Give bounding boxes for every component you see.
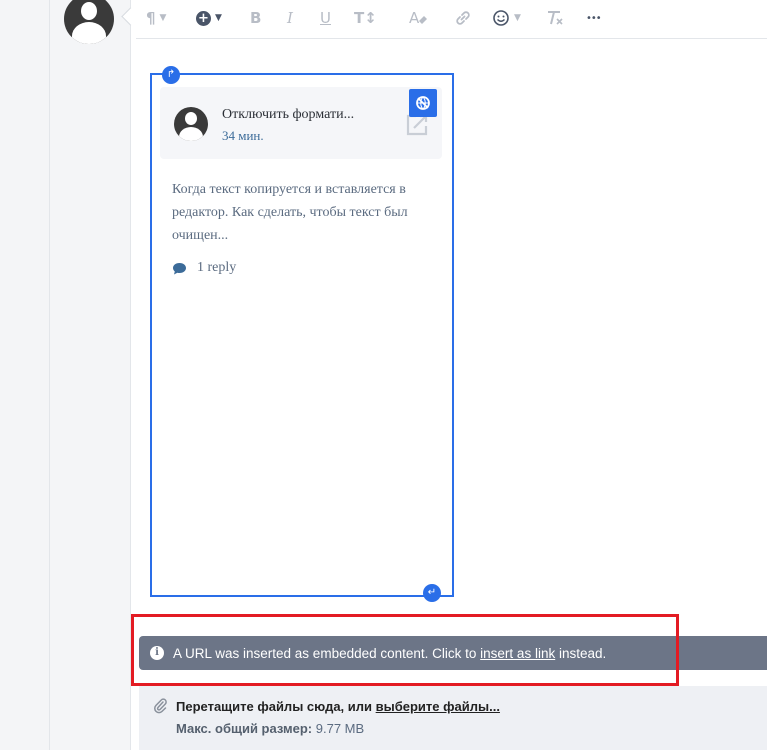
comment-icon [173, 262, 186, 274]
underline-button[interactable]: U [320, 7, 331, 29]
italic-button[interactable]: I [287, 7, 293, 29]
font-size-button[interactable]: T↕ [354, 7, 377, 29]
user-avatar[interactable] [64, 0, 114, 44]
embed-time[interactable]: 34 мин. [222, 128, 264, 144]
embed-excerpt: Когда текст копируется и вставляется в р… [172, 182, 408, 243]
editor-toolbar: ¶ ▼ + ▼ B I U T↕ A ▼ ••• [136, 0, 767, 39]
unembed-icon [416, 96, 430, 110]
remove-format-icon [548, 11, 563, 25]
upload-instructions: Перетащите файлы сюда, или выберите файл… [176, 699, 500, 714]
underline-icon: U [320, 9, 331, 27]
highlight-frame [131, 614, 679, 686]
embed-reply-count[interactable]: 1 reply [172, 260, 236, 276]
max-size-label: Макс. общий размер: [176, 721, 313, 736]
font-size-icon: T↕ [354, 9, 377, 27]
upload-limit: Макс. общий размер: 9.77 MB [176, 721, 364, 736]
remove-format-button[interactable] [546, 7, 564, 29]
left-gutter [0, 0, 50, 750]
more-button[interactable]: ••• [586, 7, 602, 29]
resize-handle-icon[interactable]: ↵ [423, 584, 441, 602]
more-icon: ••• [586, 12, 602, 24]
file-upload-area[interactable]: Перетащите файлы сюда, или выберите файл… [139, 686, 767, 750]
italic-icon: I [287, 9, 293, 27]
drag-text: Перетащите файлы сюда, или [176, 699, 376, 714]
link-button[interactable] [454, 7, 472, 29]
reply-label: 1 reply [197, 260, 237, 275]
clear-color-icon: A [409, 9, 427, 27]
max-size-value: 9.77 MB [312, 721, 365, 736]
bold-button[interactable]: B [250, 7, 261, 29]
embed-author-avatar[interactable] [174, 107, 208, 141]
paragraph-icon: ¶ [146, 9, 156, 27]
emoji-button[interactable]: ▼ [492, 7, 521, 29]
text-color-button[interactable]: A [408, 7, 428, 29]
insert-button[interactable]: + ▼ [196, 7, 222, 29]
emoji-icon [493, 10, 509, 26]
paperclip-icon [154, 698, 167, 714]
choose-files-link[interactable]: выберите файлы... [376, 699, 500, 714]
insert-icon: + [196, 10, 211, 26]
embed-title[interactable]: Отключить формати... [222, 107, 354, 123]
unembed-button[interactable] [409, 89, 437, 117]
bold-icon: B [250, 9, 262, 27]
link-icon [456, 11, 470, 25]
gutter-divider [49, 0, 50, 750]
svg-text:A: A [409, 9, 420, 27]
move-handle-icon[interactable]: ↱ [162, 66, 180, 84]
paragraph-format-button[interactable]: ¶ ▼ [146, 7, 166, 29]
